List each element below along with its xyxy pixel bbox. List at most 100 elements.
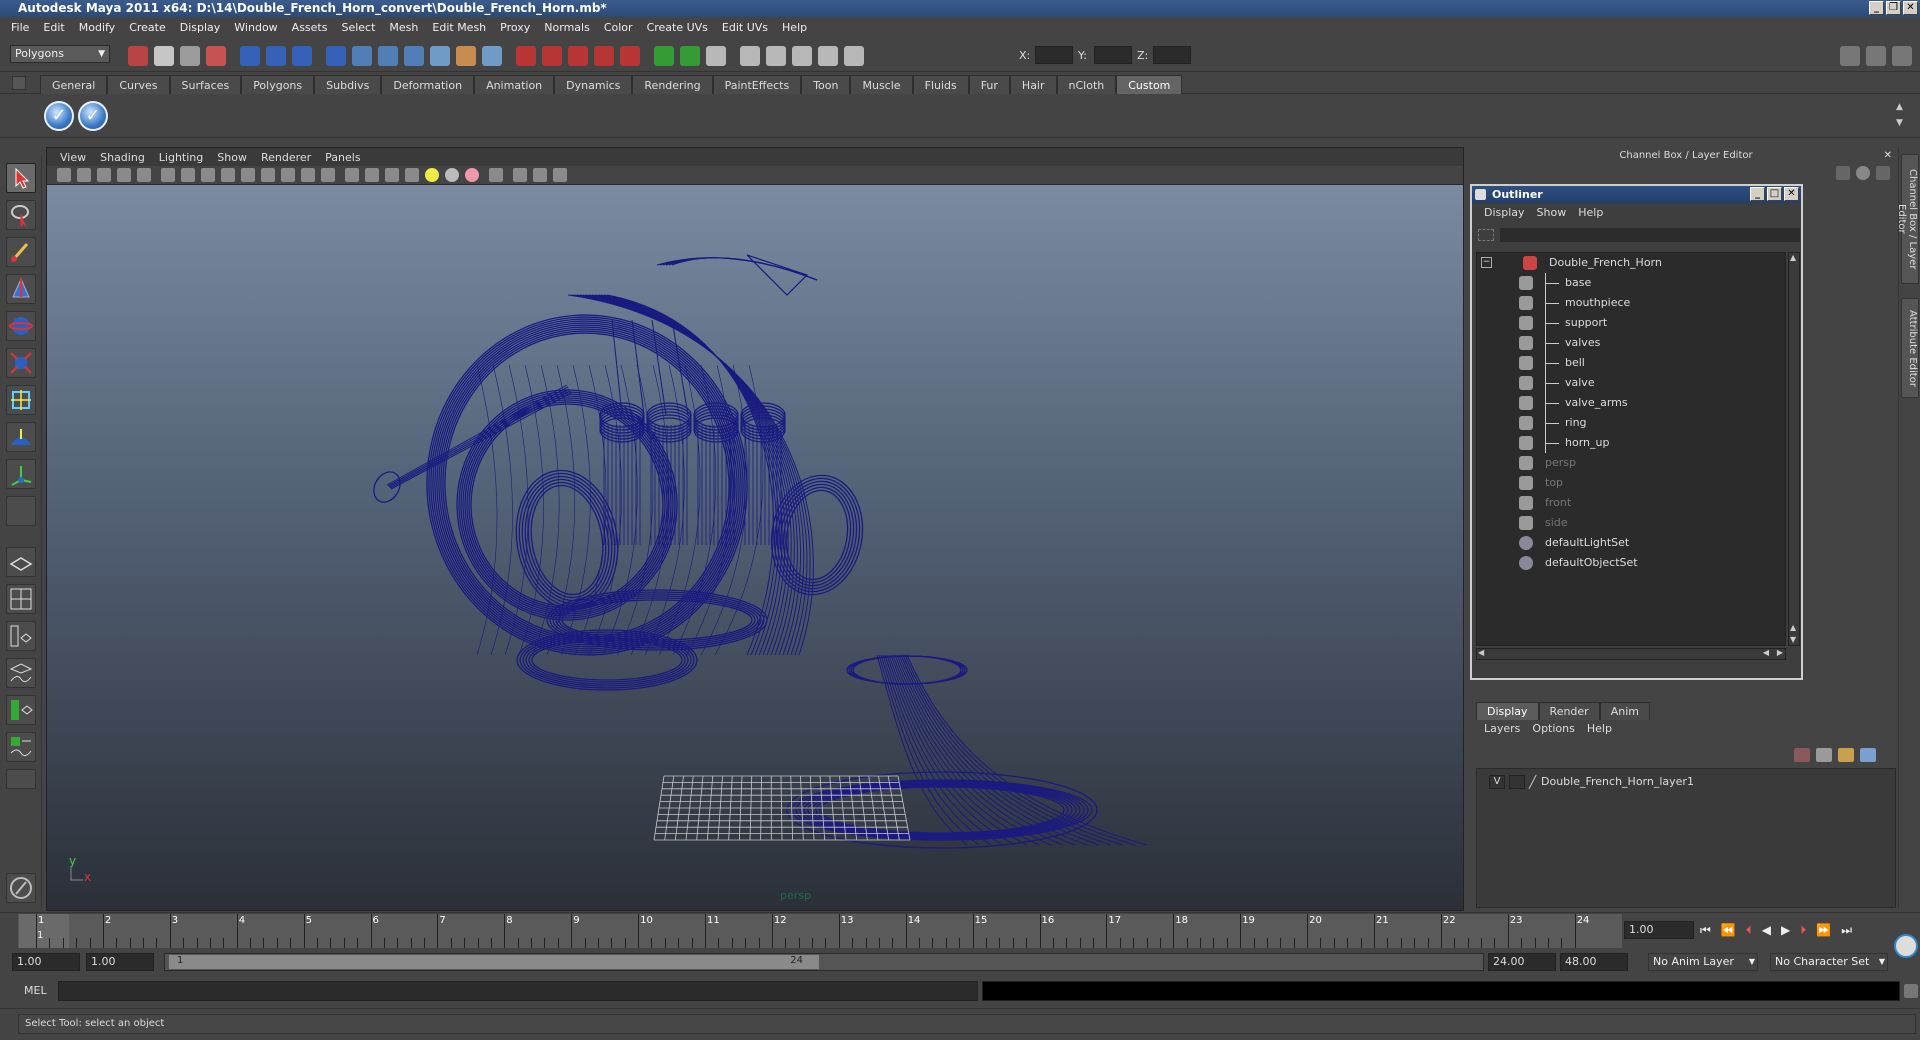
outliner-item[interactable]: horn_up (1477, 433, 1785, 453)
move-tool-icon[interactable] (6, 274, 36, 304)
viewport-menu-shading[interactable]: Shading (93, 151, 152, 164)
viewport-toolbar-16-icon[interactable] (365, 168, 379, 182)
create-empty-layer-icon[interactable] (1838, 748, 1854, 762)
status-line-tool-24-icon[interactable] (766, 46, 786, 66)
filter-icon[interactable] (1478, 229, 1494, 241)
layer-menu-options[interactable]: Options (1526, 722, 1580, 735)
layer-row[interactable]: V ╱ Double_French_Horn_layer1 (1481, 773, 1891, 791)
viewport-toolbar-3-icon[interactable] (97, 168, 111, 182)
outliner-menu-show[interactable]: Show (1531, 206, 1573, 219)
outliner-item[interactable]: front (1477, 493, 1785, 513)
status-line-tool-13-icon[interactable] (456, 46, 476, 66)
persp-graph-hypergraph-layout-icon[interactable] (6, 732, 36, 762)
close-button[interactable]: ✕ (1903, 1, 1918, 15)
script-editor-icon[interactable] (1904, 984, 1918, 998)
paint-select-tool-icon[interactable] (6, 237, 36, 267)
shelf-menu-icon[interactable] (12, 76, 26, 90)
shelf-scroll-up-icon[interactable]: ▲ (1896, 102, 1908, 114)
outliner-item[interactable]: persp (1477, 453, 1785, 473)
restore-button[interactable]: ❐ (1886, 1, 1901, 15)
shelf-scroll-down-icon[interactable]: ▼ (1896, 118, 1908, 130)
menu-modify[interactable]: Modify (72, 21, 122, 34)
menu-edit-uvs[interactable]: Edit UVs (715, 21, 775, 34)
viewport-toolbar-10-icon[interactable] (241, 168, 255, 182)
layer-display-type-toggle[interactable] (1509, 775, 1525, 789)
menu-edit[interactable]: Edit (36, 21, 71, 34)
range-track[interactable]: 1 24 (164, 953, 1484, 971)
x-field[interactable] (1035, 46, 1073, 64)
viewport-toolbar-1-icon[interactable] (57, 168, 71, 182)
viewport-toolbar-7-icon[interactable] (181, 168, 195, 182)
layer-tab-display[interactable]: Display (1476, 702, 1539, 720)
shelf-tab-muscle[interactable]: Muscle (850, 75, 913, 94)
menu-file[interactable]: File (4, 21, 36, 34)
outliner-item[interactable]: valve (1477, 373, 1785, 393)
channel-box-pin-icon[interactable] (1876, 166, 1890, 180)
viewport-toolbar-12-icon[interactable] (281, 168, 295, 182)
layout-options-icon[interactable] (6, 769, 36, 789)
outliner-horizontal-scrollbar[interactable]: ◀ ◀ ▶ (1476, 648, 1786, 660)
y-field[interactable] (1094, 46, 1132, 64)
minimize-button[interactable]: _ (1869, 1, 1884, 15)
shelf-tab-subdivs[interactable]: Subdivs (314, 75, 382, 94)
playback-end-field[interactable]: 24.00 (1488, 953, 1556, 971)
menu-set-dropdown[interactable]: Polygons ▼ (10, 45, 110, 63)
outliner-item[interactable]: defaultObjectSet (1477, 553, 1785, 573)
layer-tab-anim[interactable]: Anim (1599, 702, 1650, 720)
outliner-item[interactable]: − Double_French_Horn (1477, 253, 1785, 273)
outliner-item[interactable]: valves (1477, 333, 1785, 353)
outliner-item[interactable]: support (1477, 313, 1785, 333)
layer-menu-help[interactable]: Help (1581, 722, 1618, 735)
layer-list[interactable]: V ╱ Double_French_Horn_layer1 (1476, 768, 1896, 908)
menu-normals[interactable]: Normals (537, 21, 597, 34)
show-hide-channel-box-icon[interactable] (1892, 46, 1912, 66)
outliner-menu-display[interactable]: Display (1478, 206, 1531, 219)
outliner-item[interactable]: ring (1477, 413, 1785, 433)
collapse-icon[interactable]: − (1481, 257, 1492, 268)
persp-graph-layout-icon[interactable] (6, 658, 36, 688)
menu-proxy[interactable]: Proxy (493, 21, 537, 34)
animation-end-field[interactable]: 48.00 (1560, 953, 1628, 971)
viewport-toolbar-4-icon[interactable] (117, 168, 131, 182)
status-line-tool-3-icon[interactable] (180, 46, 200, 66)
menu-select[interactable]: Select (334, 21, 382, 34)
shelf-button-checkmark-icon[interactable]: ✓ (78, 101, 108, 131)
play-backwards-icon[interactable]: ◀ (1762, 923, 1771, 938)
shelf-tab-surfaces[interactable]: Surfaces (169, 75, 242, 94)
show-hide-tool-settings-icon[interactable] (1866, 46, 1886, 66)
scroll-up-icon[interactable]: ▲ (1790, 253, 1796, 262)
menu-create[interactable]: Create (122, 21, 173, 34)
shelf-tab-curves[interactable]: Curves (107, 75, 170, 94)
status-line-tool-1-icon[interactable] (128, 46, 148, 66)
status-line-tool-15-icon[interactable] (516, 46, 536, 66)
outliner-item[interactable]: mouthpiece (1477, 293, 1785, 313)
outliner-list[interactable]: − Double_French_Horn base mouthpiece support… (1476, 252, 1786, 646)
step-forward-key-icon[interactable]: ⏵ (1800, 923, 1806, 938)
menu-display[interactable]: Display (173, 21, 228, 34)
shelf-tab-animation[interactable]: Animation (474, 75, 555, 94)
viewport-canvas[interactable]: y x persp (47, 185, 1463, 910)
outliner-item[interactable]: valve_arms (1477, 393, 1785, 413)
status-line-tool-14-icon[interactable] (482, 46, 502, 66)
lasso-tool-icon[interactable] (6, 200, 36, 230)
shelf-button-checkmark-icon[interactable]: ✓ (44, 101, 74, 131)
status-line-tool-20-icon[interactable] (654, 46, 674, 66)
shelf-tab-rendering[interactable]: Rendering (632, 75, 713, 94)
viewport-menu-renderer[interactable]: Renderer (254, 151, 318, 164)
viewport-toolbar-19-icon[interactable] (425, 168, 439, 182)
status-line-tool-4-icon[interactable] (206, 46, 226, 66)
command-language-label[interactable]: MEL (24, 984, 47, 997)
menu-create-uvs[interactable]: Create UVs (640, 21, 715, 34)
create-layer-from-selected-icon[interactable] (1860, 748, 1876, 762)
status-line-tool-7-icon[interactable] (292, 46, 312, 66)
status-line-tool-26-icon[interactable] (818, 46, 838, 66)
viewport-toolbar-6-icon[interactable] (161, 168, 175, 182)
shelf-tab-painteffects[interactable]: PaintEffects (712, 75, 802, 94)
shelf-tab-dynamics[interactable]: Dynamics (554, 75, 633, 94)
viewport-toolbar-9-icon[interactable] (221, 168, 235, 182)
tab-channel-box[interactable]: Channel Box / Layer Editor (1896, 154, 1919, 284)
status-line-tool-27-icon[interactable] (844, 46, 864, 66)
layer-color-icon[interactable]: ╱ (1529, 775, 1536, 789)
animation-start-field[interactable]: 1.00 (12, 953, 80, 971)
scroll-up-icon[interactable]: ▲ (1790, 623, 1796, 632)
